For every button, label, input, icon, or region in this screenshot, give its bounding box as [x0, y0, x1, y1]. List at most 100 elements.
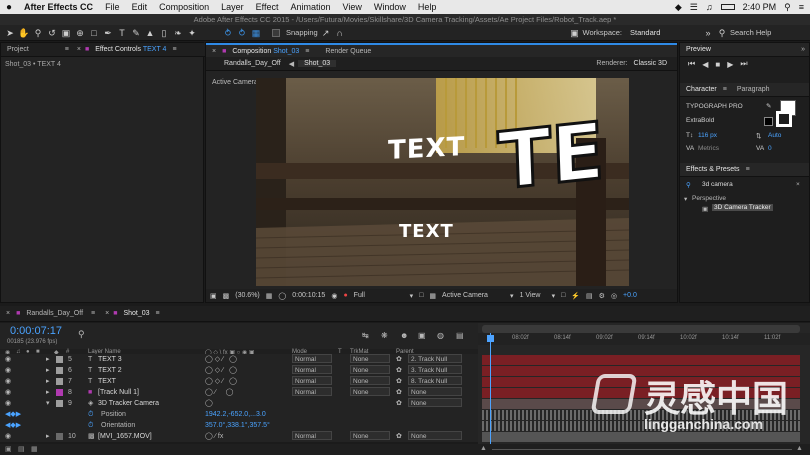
- layer-row[interactable]: ◉ ▸ 6 T TEXT 2 ◯ ◇ ∕ ◯ Normal None ✿ 3. …: [0, 365, 478, 376]
- effects-item-3d-camera-tracker[interactable]: 3D Camera Tracker: [712, 204, 773, 211]
- project-panel-menu-icon[interactable]: ≡: [65, 46, 69, 53]
- layer-name[interactable]: TEXT 3: [98, 354, 122, 365]
- selection-tool-icon[interactable]: ➤: [4, 27, 16, 39]
- views-dropdown-icon[interactable]: ▾: [552, 292, 556, 300]
- layer-mode[interactable]: Normal: [292, 354, 332, 363]
- comp-subtab-randalls[interactable]: Randalls_Day_Off: [206, 60, 289, 67]
- layer-parent[interactable]: 2. Track Null: [408, 354, 462, 363]
- next-frame-icon[interactable]: ▶: [727, 60, 733, 69]
- notification-center-icon[interactable]: ≡: [799, 2, 804, 12]
- visibility-icon[interactable]: ◉: [5, 365, 11, 376]
- menu-help[interactable]: Help: [412, 2, 443, 12]
- pickwhip-icon[interactable]: ✿: [396, 376, 402, 387]
- character-menu-icon[interactable]: ≡: [723, 86, 727, 93]
- puppet-tool-icon[interactable]: ✦: [186, 27, 198, 39]
- graph-editor-icon[interactable]: ▤: [456, 331, 464, 340]
- renderer-value[interactable]: Classic 3D: [634, 60, 667, 67]
- workspace-icon[interactable]: ▣: [569, 27, 581, 39]
- timeline-tab-shot03-menu-icon[interactable]: ≡: [156, 310, 160, 317]
- roto-brush-tool-icon[interactable]: ❧: [172, 27, 184, 39]
- layer-parent[interactable]: None: [408, 431, 462, 440]
- in-out-toggle-icon[interactable]: ▦: [31, 445, 38, 453]
- rotate-tool-icon[interactable]: ↺: [46, 27, 58, 39]
- visibility-icon[interactable]: ◉: [5, 387, 11, 398]
- expand-icon[interactable]: ▸: [46, 431, 50, 442]
- composition-viewer[interactable]: TEXT TEXT TE: [256, 78, 629, 286]
- effects-menu-icon[interactable]: ≡: [746, 166, 750, 173]
- apple-menu-icon[interactable]: ●: [0, 2, 18, 13]
- collapse-icon[interactable]: ▾: [46, 398, 50, 409]
- layer-mode[interactable]: Normal: [292, 376, 332, 385]
- pickwhip-icon[interactable]: ✿: [396, 365, 402, 376]
- timeline-timecode[interactable]: 0:00:07:17: [10, 325, 62, 337]
- flowchart-icon[interactable]: ⚙: [599, 292, 605, 300]
- roi-icon[interactable]: □: [419, 292, 423, 299]
- layer-trkmat[interactable]: None: [350, 365, 390, 374]
- layer-switches[interactable]: ◯ ∕ fx: [205, 431, 223, 442]
- close-comp-tab-icon[interactable]: ×: [206, 48, 216, 55]
- layer-row[interactable]: ◉ ▾ 9 ◈ 3D Tracker Camera ◯ ✿ None: [0, 398, 478, 409]
- app-menu[interactable]: After Effects CC: [18, 2, 99, 12]
- tracking-value[interactable]: 0: [768, 145, 772, 152]
- exposure-value[interactable]: +0.0: [623, 292, 637, 299]
- expand-icon[interactable]: ▸: [46, 365, 50, 376]
- timeline-tab-shot03[interactable]: Shot_03: [117, 310, 155, 317]
- tab-character[interactable]: Character: [680, 86, 723, 93]
- views-select[interactable]: 1 View: [520, 292, 546, 299]
- workspace-dropdown-icon[interactable]: »: [702, 27, 714, 39]
- visibility-icon[interactable]: ◉: [5, 431, 11, 442]
- pickwhip-icon[interactable]: ✿: [396, 398, 402, 409]
- layer-label-color[interactable]: [56, 378, 63, 385]
- draft-3d-icon[interactable]: ❋: [381, 331, 388, 340]
- fast-previews-icon[interactable]: ⚡: [571, 292, 580, 300]
- layer-trkmat[interactable]: None: [350, 376, 390, 385]
- layer-row[interactable]: ◉ ▸ 5 T TEXT 3 ◯ ◇ ∕ ◯ Normal None ✿ 2. …: [0, 354, 478, 365]
- dropbox-icon[interactable]: ◆: [675, 2, 682, 13]
- view-axis-icon[interactable]: ▦: [250, 27, 262, 39]
- property-value-orientation[interactable]: 357.0°,338.1°,357.5°: [205, 420, 270, 431]
- property-value-position[interactable]: 1942.2,-652.0,...3.0: [205, 409, 266, 420]
- channel-icon[interactable]: ●: [343, 292, 347, 299]
- expand-icon[interactable]: ▸: [46, 387, 50, 398]
- camera-tool-icon[interactable]: ▣: [60, 27, 72, 39]
- layer-switches[interactable]: ◯ ∕ ◯: [205, 387, 234, 398]
- play-icon[interactable]: ■: [715, 60, 720, 69]
- menu-composition[interactable]: Composition: [153, 2, 215, 12]
- current-time[interactable]: 0:00:10:15: [292, 292, 325, 299]
- playhead-handle[interactable]: [487, 335, 494, 342]
- expand-icon[interactable]: ▸: [46, 354, 50, 365]
- resolution-select[interactable]: Full: [354, 292, 404, 299]
- tab-paragraph[interactable]: Paragraph: [731, 86, 776, 93]
- eyedropper-icon[interactable]: ✎: [766, 102, 771, 110]
- layer-switches[interactable]: ◯ ◇ ∕ ◯: [205, 365, 237, 376]
- zoom-tool-icon[interactable]: ⚲: [32, 27, 44, 39]
- prev-frame-icon[interactable]: ◀: [702, 60, 708, 69]
- layer-trkmat[interactable]: None: [350, 431, 390, 440]
- playhead[interactable]: [490, 333, 491, 444]
- effects-search-input[interactable]: 3d camera: [702, 181, 733, 188]
- layer-switches[interactable]: ◯ ◇ ∕ ◯: [205, 376, 237, 387]
- toggle-pixel-icon[interactable]: □: [561, 292, 565, 299]
- work-area-bar[interactable]: [482, 325, 800, 333]
- pan-behind-tool-icon[interactable]: ⊕: [74, 27, 86, 39]
- always-preview-icon[interactable]: ▣: [210, 292, 217, 300]
- effects-search-clear-icon[interactable]: ×: [796, 181, 800, 188]
- stroke-color-swatch[interactable]: [776, 111, 792, 127]
- view-select[interactable]: Active Camera: [442, 292, 504, 299]
- eraser-tool-icon[interactable]: ▯: [158, 27, 170, 39]
- layer-label-color[interactable]: [56, 367, 63, 374]
- property-row-orientation[interactable]: ◀◆▶ ⏱ Orientation 357.0°,338.1°,357.5°: [0, 420, 478, 431]
- layer-trkmat[interactable]: None: [350, 354, 390, 363]
- kerning-value[interactable]: Metrics: [698, 145, 719, 152]
- mask-icon[interactable]: ◯: [278, 292, 286, 300]
- type-tool-icon[interactable]: T: [116, 27, 128, 39]
- menu-layer[interactable]: Layer: [215, 2, 250, 12]
- hand-tool-icon[interactable]: ✋: [18, 27, 30, 39]
- brush-tool-icon[interactable]: ✎: [130, 27, 142, 39]
- pickwhip-icon[interactable]: ✿: [396, 387, 402, 398]
- pickwhip-icon[interactable]: ✿: [396, 431, 402, 442]
- menu-edit[interactable]: Edit: [126, 2, 154, 12]
- effect-controls-menu-icon[interactable]: ≡: [172, 46, 176, 53]
- visibility-icon[interactable]: ◉: [5, 376, 11, 387]
- comp-mini-flowchart-icon[interactable]: ↹: [362, 331, 369, 340]
